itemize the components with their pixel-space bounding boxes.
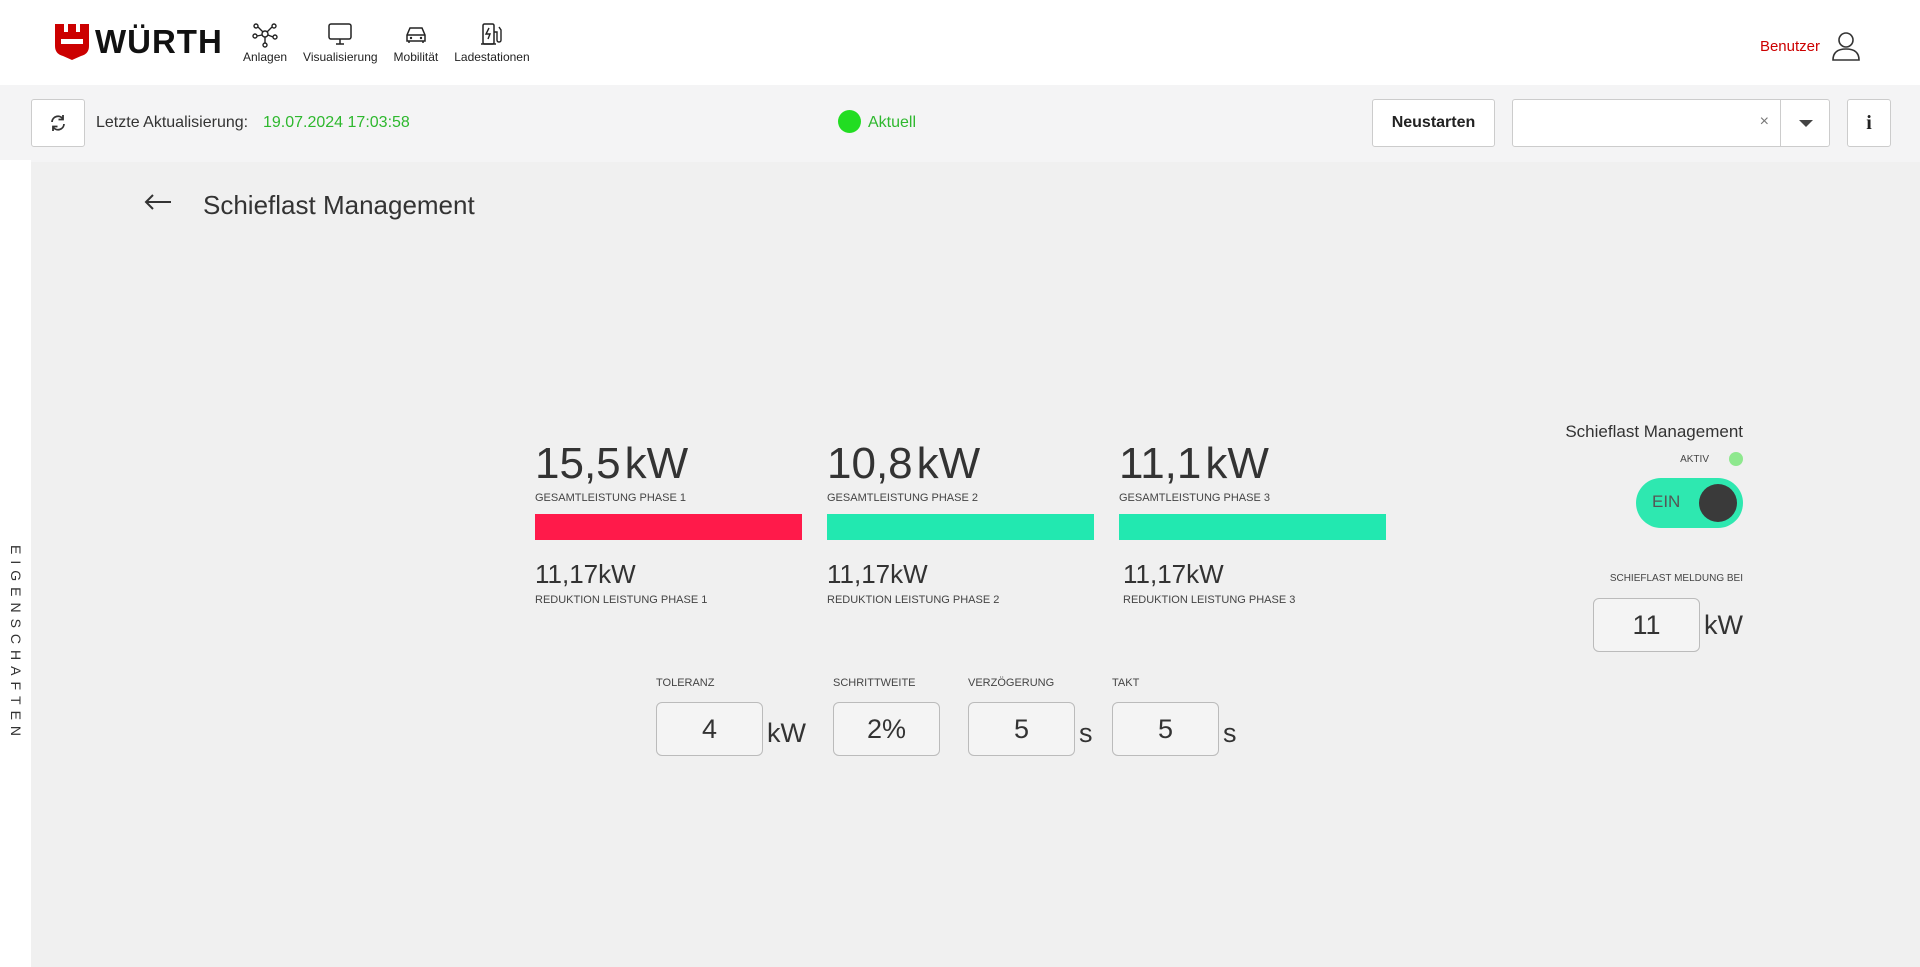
phase-reduction-power: 11,17kW [1123, 559, 1224, 589]
phase-load-bar [535, 514, 802, 540]
nav-item-mobilitaet[interactable]: Mobilität [393, 20, 439, 64]
aktiv-indicator-dot [1729, 452, 1743, 466]
status-toolbar: Letzte Aktualisierung: 19.07.2024 17:03:… [0, 85, 1920, 160]
phase-2-panel: 10,8kW GESAMTLEISTUNG PHASE 2 11,17kW RE… [827, 442, 1094, 606]
select-divider [1780, 100, 1781, 146]
param-caption: TOLERANZ [656, 677, 715, 689]
phase-reduction-power: 11,17kW [827, 559, 928, 589]
reduction-caption: REDUKTION LEISTUNG PHASE 2 [827, 594, 1000, 606]
wurth-logo-icon [55, 24, 89, 60]
restart-button[interactable]: Neustarten [1372, 99, 1495, 147]
phase-load-bar [1119, 514, 1386, 540]
nav-label: Mobilität [393, 50, 439, 64]
phase-total-power: 10,8kW [827, 439, 981, 488]
meldung-row: 11 kW [1593, 598, 1743, 652]
param-takt: TAKT 5 s [1112, 677, 1237, 756]
param-caption: VERZÖGERUNG [968, 677, 1055, 689]
reduction-caption: REDUKTION LEISTUNG PHASE 3 [1123, 594, 1296, 606]
properties-side-tab[interactable]: EIGENSCHAFTEN [0, 160, 31, 967]
info-button[interactable]: i [1847, 99, 1891, 147]
chevron-down-icon[interactable] [1799, 120, 1813, 127]
schrittweite-input[interactable]: 2% [833, 702, 940, 756]
device-select[interactable]: × [1512, 99, 1830, 147]
nav-item-visualisierung[interactable]: Visualisierung [303, 20, 378, 64]
main-nav: Anlagen Visualisierung Mobilität Ladesta… [243, 20, 546, 64]
refresh-button[interactable] [31, 99, 85, 147]
toleranz-input[interactable]: 4 [656, 702, 763, 756]
page-title: Schieflast Management [203, 190, 475, 220]
user-icon [1832, 32, 1860, 61]
nav-label: Ladestationen [454, 50, 530, 64]
toggle-knob [1699, 484, 1737, 522]
meldung-input[interactable]: 11 [1593, 598, 1701, 652]
takt-input[interactable]: 5 [1112, 702, 1219, 756]
network-icon [252, 23, 278, 48]
schieflast-panel-title: Schieflast Management [1565, 422, 1743, 441]
param-schrittweite: SCHRITTWEITE 2% [833, 677, 944, 756]
verzoegerung-input[interactable]: 5 [968, 702, 1075, 756]
last-update-label: Letzte Aktualisierung: [96, 114, 249, 131]
side-tab-label: EIGENSCHAFTEN [8, 545, 24, 743]
phase-load-bar [827, 514, 1094, 540]
nav-item-ladestationen[interactable]: Ladestationen [454, 20, 530, 64]
phase-total-power: 15,5kW [535, 439, 689, 488]
phase-reduction-power: 11,17kW [535, 559, 636, 589]
param-unit: s [1079, 718, 1093, 748]
main-panel: Schieflast Management 15,5kW GESAMTLEIST… [31, 162, 1920, 967]
param-caption: TAKT [1112, 677, 1140, 689]
schieflast-toggle[interactable]: EIN [1636, 478, 1743, 528]
phase-3-panel: 11,1kW GESAMTLEISTUNG PHASE 3 11,17kW RE… [1119, 442, 1386, 606]
nav-label: Visualisierung [303, 50, 378, 64]
param-verzoegerung: VERZÖGERUNG 5 s [968, 677, 1093, 756]
user-label: Benutzer [1759, 37, 1820, 55]
arrow-left-icon [144, 194, 171, 210]
car-icon [406, 27, 426, 43]
nav-item-anlagen[interactable]: Anlagen [243, 20, 287, 64]
charging-station-icon [480, 23, 502, 45]
phase-caption: GESAMTLEISTUNG PHASE 2 [827, 492, 978, 504]
clear-icon[interactable]: × [1760, 113, 1769, 131]
refresh-icon [51, 115, 65, 131]
status-label: Aktuell [868, 114, 917, 131]
meldung-label: SCHIEFLAST MELDUNG BEI [1609, 573, 1743, 584]
param-caption: SCHRITTWEITE [833, 677, 916, 689]
phase-caption: GESAMTLEISTUNG PHASE 3 [1119, 492, 1270, 504]
toggle-label: EIN [1652, 492, 1681, 511]
brand-logo[interactable]: WÜRTH [55, 24, 223, 60]
status-indicator-dot [838, 110, 861, 133]
meldung-unit: kW [1704, 609, 1743, 640]
monitor-icon [328, 23, 353, 45]
param-unit: s [1223, 718, 1237, 748]
reduction-caption: REDUKTION LEISTUNG PHASE 1 [535, 594, 708, 606]
nav-label: Anlagen [243, 50, 288, 64]
aktiv-label: AKTIV [1680, 454, 1709, 465]
back-button[interactable] [143, 192, 173, 217]
top-header: WÜRTH Anlagen Visualisierung Mobilität L… [0, 0, 1920, 85]
brand-name: WÜRTH [95, 23, 223, 60]
user-menu[interactable]: Benutzer [1760, 30, 1862, 62]
param-unit: kW [767, 718, 806, 748]
phase-1-panel: 15,5kW GESAMTLEISTUNG PHASE 1 11,17kW RE… [535, 442, 802, 606]
last-update-timestamp: 19.07.2024 17:03:58 [263, 114, 410, 131]
param-toleranz: TOLERANZ 4 kW [656, 677, 806, 756]
phase-caption: GESAMTLEISTUNG PHASE 1 [535, 492, 686, 504]
phase-total-power: 11,1kW [1119, 439, 1269, 488]
